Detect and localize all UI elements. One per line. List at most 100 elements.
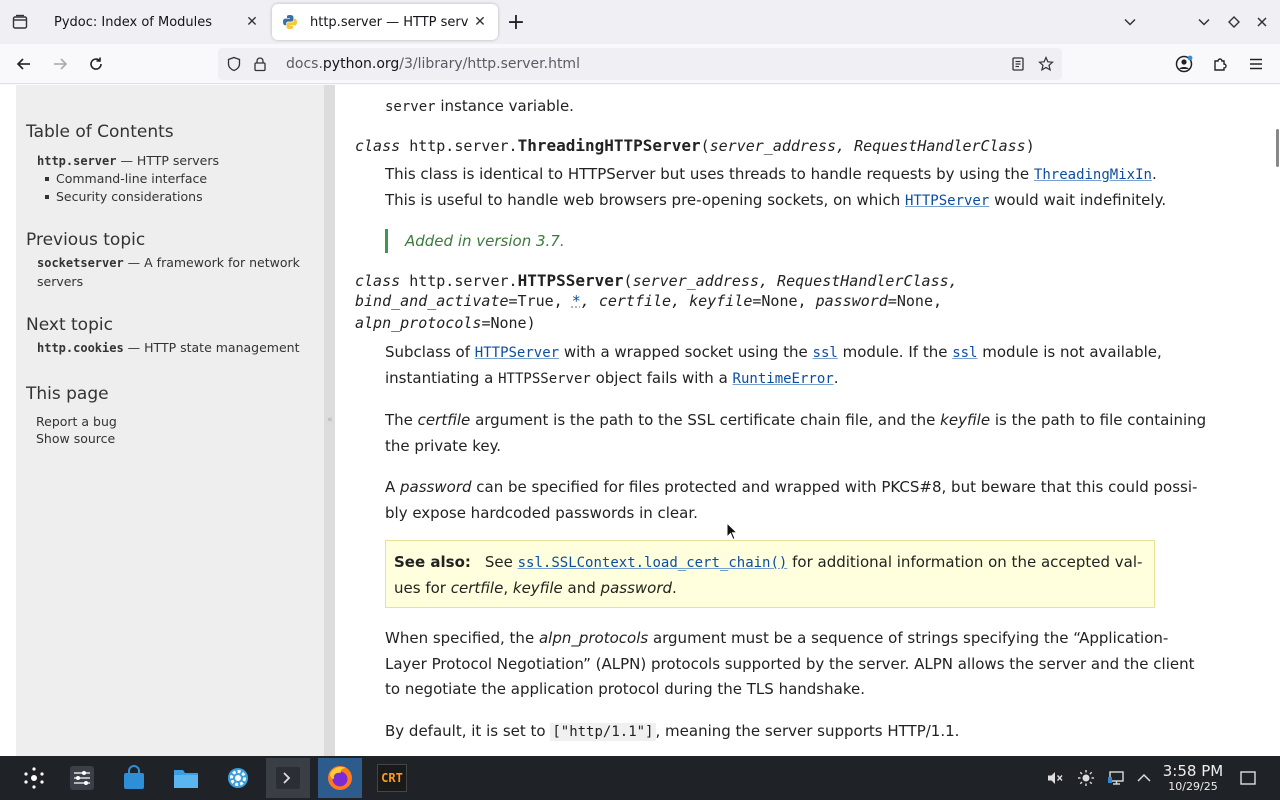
grip-icon: « bbox=[327, 415, 333, 425]
lock-icon[interactable] bbox=[252, 56, 268, 72]
volume-muted-icon[interactable] bbox=[1045, 768, 1065, 788]
text: for additional information on the accept… bbox=[787, 553, 1143, 571]
inline-code: ["http/1.1"] bbox=[550, 723, 656, 741]
paragraph: to negotiate the application protocol du… bbox=[385, 680, 865, 698]
text: . bbox=[833, 369, 839, 387]
taskbar-file-manager[interactable] bbox=[164, 758, 208, 798]
python-logo-icon bbox=[283, 15, 297, 29]
emphasis: keyfile bbox=[512, 579, 563, 597]
sidebar-resize-handle[interactable]: « bbox=[324, 85, 335, 756]
maximize-button[interactable] bbox=[1220, 8, 1248, 36]
param: password bbox=[815, 292, 888, 310]
paragraph: Layer Protocol Negotiation” (ALPN) proto… bbox=[385, 655, 1195, 673]
paragraph: This is useful to handle web browsers pr… bbox=[385, 187, 1166, 214]
tab-overview-button[interactable] bbox=[6, 8, 34, 36]
application-launcher[interactable] bbox=[12, 758, 56, 798]
reload-button[interactable] bbox=[82, 50, 110, 78]
prev-topic-link-cont[interactable]: servers bbox=[37, 272, 83, 291]
prev-topic-link[interactable]: socketserver — A framework for network bbox=[37, 253, 300, 273]
tab-title: Pydoc: Index of Modules bbox=[54, 14, 213, 30]
reload-icon bbox=[90, 57, 102, 70]
class-name: ThreadingHTTPServer bbox=[517, 136, 701, 155]
forward-button[interactable] bbox=[46, 50, 74, 78]
emphasis: alpn_protocols bbox=[538, 629, 649, 647]
httpserver-link[interactable]: HTTPServer bbox=[905, 193, 989, 209]
bookmark-star-icon[interactable] bbox=[1038, 56, 1054, 72]
class-prefix: http.server. bbox=[409, 137, 518, 155]
address-bar[interactable]: docs.python.org/3/library/http.server.ht… bbox=[218, 48, 1062, 80]
paragraph: bly expose hardcoded passwords in clear. bbox=[385, 504, 698, 522]
close-icon[interactable]: ✕ bbox=[240, 10, 264, 34]
chevron-up-icon[interactable] bbox=[1134, 768, 1154, 788]
toc-link-security[interactable]: Security considerations bbox=[56, 187, 203, 206]
paragraph: server instance variable. bbox=[385, 93, 574, 120]
text: By default, it is set to bbox=[385, 722, 551, 740]
close-window-button[interactable] bbox=[1248, 8, 1276, 36]
httpserver-link[interactable]: HTTPServer bbox=[475, 345, 559, 361]
keyword-only-marker[interactable]: * bbox=[572, 292, 581, 310]
firefox-icon bbox=[328, 766, 352, 790]
tab-bar: Pydoc: Index of Modules ✕ http.server — … bbox=[0, 0, 1280, 44]
back-button[interactable] bbox=[10, 50, 38, 78]
show-source-link[interactable]: Show source bbox=[36, 429, 115, 448]
text: , meaning the server supports HTTP/1.1. bbox=[655, 722, 960, 740]
taskbar-settings[interactable] bbox=[216, 758, 260, 798]
minimize-button[interactable] bbox=[1190, 8, 1218, 36]
list-all-tabs-button[interactable] bbox=[1116, 8, 1144, 36]
navigation-toolbar: docs.python.org/3/library/http.server.ht… bbox=[0, 44, 1280, 84]
reader-view-icon[interactable] bbox=[1010, 56, 1026, 72]
shield-icon[interactable] bbox=[226, 56, 242, 72]
toc-link-cli[interactable]: Command-line interface bbox=[56, 169, 207, 188]
shopping-bag-icon bbox=[124, 765, 144, 789]
network-icon[interactable] bbox=[1106, 768, 1126, 788]
menu-button[interactable] bbox=[1242, 50, 1270, 78]
param: alpn_protocols bbox=[355, 314, 482, 332]
show-desktop-icon[interactable] bbox=[1238, 768, 1258, 788]
taskbar-firefox[interactable] bbox=[318, 758, 362, 798]
tab-http-server[interactable]: http.server — HTTP server ✕ bbox=[272, 4, 498, 40]
class-keyword: class bbox=[355, 272, 410, 290]
chevron-down-icon bbox=[1198, 18, 1210, 26]
prev-topic-heading: Previous topic bbox=[26, 230, 146, 250]
text: , bbox=[503, 579, 513, 597]
clock-time: 3:58 PM bbox=[1162, 762, 1224, 780]
paragraph: A password can be specified for files pr… bbox=[385, 474, 1197, 500]
url-text[interactable]: docs.python.org/3/library/http.server.ht… bbox=[286, 56, 580, 72]
text: . bbox=[1151, 165, 1157, 183]
extensions-button[interactable] bbox=[1206, 50, 1234, 78]
paren: ) bbox=[1025, 137, 1035, 155]
text: is the path to file containing bbox=[990, 411, 1207, 429]
toc-module-name: http.server bbox=[37, 154, 117, 168]
default: =True, bbox=[508, 292, 572, 310]
taskbar-cool-retro-term[interactable]: CRT bbox=[370, 758, 414, 798]
load-cert-chain-link[interactable]: ssl.SSLContext.load_cert_chain() bbox=[518, 555, 788, 571]
ssl-link[interactable]: ssl bbox=[952, 345, 977, 361]
launcher-icon bbox=[24, 767, 44, 789]
taskbar-terminal[interactable] bbox=[266, 758, 310, 798]
text: would wait indefinitely. bbox=[989, 191, 1167, 209]
scrollbar-thumb[interactable] bbox=[1276, 129, 1279, 167]
ssl-link[interactable]: ssl bbox=[813, 345, 838, 361]
close-icon[interactable]: ✕ bbox=[468, 10, 492, 34]
account-button[interactable] bbox=[1170, 50, 1198, 78]
url-host: python.org bbox=[322, 56, 400, 72]
runtimeerror-link[interactable]: RuntimeError bbox=[733, 371, 834, 387]
taskbar-system-settings[interactable] bbox=[60, 758, 104, 798]
page-scrollbar[interactable] bbox=[1268, 85, 1280, 756]
system-clock[interactable]: 3:58 PM 10/29/25 bbox=[1160, 762, 1226, 794]
class-prefix: http.server. bbox=[409, 272, 518, 290]
https-server-signature-line2: bind_and_activate=True, *, certfile, key… bbox=[355, 290, 942, 312]
taskbar-discover[interactable] bbox=[112, 758, 156, 798]
next-module-desc: — HTTP state management bbox=[123, 340, 300, 355]
new-tab-button[interactable]: + bbox=[502, 8, 530, 36]
toc-heading: Table of Contents bbox=[26, 122, 174, 142]
threadingmixin-link[interactable]: ThreadingMixIn bbox=[1034, 167, 1152, 183]
this-page-heading: This page bbox=[26, 384, 109, 404]
toc-link-module[interactable]: http.server — HTTP servers bbox=[37, 151, 219, 171]
next-topic-link[interactable]: http.cookies — HTTP state management bbox=[37, 338, 299, 358]
brightness-icon[interactable] bbox=[1076, 768, 1096, 788]
sliders-icon bbox=[70, 766, 94, 790]
text: argument must be a sequence of strings s… bbox=[648, 629, 1169, 647]
tab-pydoc[interactable]: Pydoc: Index of Modules ✕ bbox=[40, 4, 270, 40]
see-also-label: See also: bbox=[394, 553, 471, 571]
